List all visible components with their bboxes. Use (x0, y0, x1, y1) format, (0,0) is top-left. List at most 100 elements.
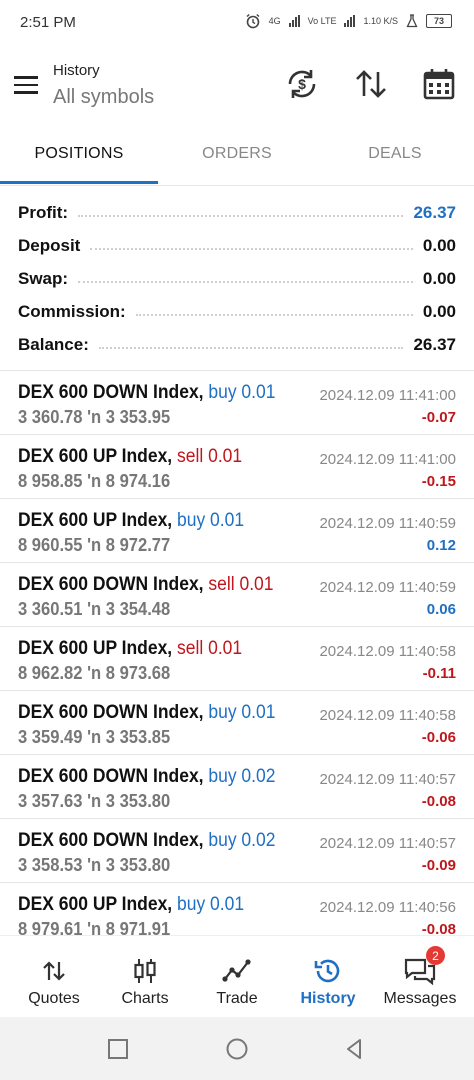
summary-panel: Profit: 26.37 Deposit 0.00 Swap: 0.00 Co… (0, 196, 474, 361)
nav-history[interactable]: History (288, 936, 368, 1018)
network-speed: 1.10 K/S (363, 16, 398, 26)
trade-symbol: DEX 600 DOWN Index, buy 0.02 (18, 830, 275, 852)
symbol-filter[interactable]: All symbols (53, 86, 154, 109)
summary-balance: Balance: 26.37 (0, 328, 474, 361)
price-arrow: 'n (87, 599, 102, 619)
trade-row[interactable]: DEX 600 UP Index, sell 0.01 8 962.82 'n 8… (0, 627, 474, 691)
tab-orders[interactable]: ORDERS (158, 124, 316, 184)
svg-text:$: $ (298, 76, 306, 92)
trade-symbol: DEX 600 UP Index, buy 0.01 (18, 894, 244, 916)
summary-label: Deposit (18, 235, 81, 255)
open-price: 3 359.49 (18, 727, 83, 747)
signal-icon-2 (344, 15, 356, 27)
close-price: 8 972.77 (105, 535, 171, 555)
flask-icon (406, 14, 418, 28)
trade-prices: 3 357.63 'n 3 353.80 (18, 791, 170, 812)
trade-profit: -0.08 (421, 793, 456, 810)
trade-symbol: DEX 600 DOWN Index, buy 0.01 (18, 382, 275, 404)
close-price: 3 353.80 (105, 855, 171, 875)
trade-time: 2024.12.09 11:40:59 (319, 579, 456, 596)
trade-time: 2024.12.09 11:40:57 (319, 771, 456, 788)
close-price: 3 353.85 (105, 727, 171, 747)
nav-charts[interactable]: Charts (105, 936, 185, 1018)
trade-direction: buy 0.01 (177, 510, 245, 531)
trade-prices: 8 958.85 'n 8 974.16 (18, 471, 170, 492)
trade-row[interactable]: DEX 600 UP Index, sell 0.01 8 958.85 'n 8… (0, 435, 474, 499)
symbol-name: DEX 600 UP Index, (18, 894, 173, 915)
active-tab-indicator (0, 181, 158, 184)
battery-icon: 73 (426, 14, 452, 28)
recents-button[interactable] (106, 1037, 130, 1061)
close-price: 3 353.80 (105, 791, 171, 811)
tab-deals[interactable]: DEALS (316, 124, 474, 184)
back-button[interactable] (342, 1037, 366, 1061)
trade-prices: 3 360.78 'n 3 353.95 (18, 407, 170, 428)
trade-time: 2024.12.09 11:40:56 (319, 899, 456, 916)
sort-icon[interactable] (351, 64, 391, 104)
positions-list: DEX 600 DOWN Index, buy 0.01 3 360.78 'n … (0, 371, 474, 947)
status-icons: 4G Vo LTE 1.10 K/S 73 (245, 13, 452, 29)
trade-profit: -0.11 (422, 665, 456, 682)
trade-time: 2024.12.09 11:40:58 (319, 643, 456, 660)
price-arrow: 'n (87, 727, 102, 747)
close-price: 8 973.68 (105, 663, 171, 683)
summary-profit: Profit: 26.37 (0, 196, 474, 229)
symbol-name: DEX 600 UP Index, (18, 510, 173, 531)
nav-quotes[interactable]: Quotes (14, 936, 94, 1018)
trade-prices: 3 359.49 'n 3 353.85 (18, 727, 170, 748)
nav-messages[interactable]: 2 Messages (380, 936, 460, 1018)
page-title: History (53, 62, 100, 79)
trade-symbol: DEX 600 UP Index, sell 0.01 (18, 446, 242, 468)
symbol-name: DEX 600 UP Index, (18, 638, 173, 659)
trade-row[interactable]: DEX 600 UP Index, buy 0.01 8 960.55 'n 8 … (0, 499, 474, 563)
dotted-leader (135, 313, 413, 316)
trade-direction: buy 0.01 (208, 702, 276, 723)
trade-profit: -0.07 (421, 409, 456, 426)
network-4g-label: 4G (268, 16, 281, 26)
price-arrow: 'n (87, 407, 102, 427)
dotted-leader (78, 280, 413, 283)
history-icon (313, 956, 343, 986)
trade-row[interactable]: DEX 600 DOWN Index, buy 0.02 3 358.53 'n … (0, 819, 474, 883)
trade-row[interactable]: DEX 600 DOWN Index, buy 0.01 3 359.49 'n … (0, 691, 474, 755)
refresh-currency-icon[interactable]: $ (282, 64, 322, 104)
profit-value: 26.37 (413, 202, 456, 222)
trade-prices: 8 960.55 'n 8 972.77 (18, 535, 170, 556)
notification-badge: 2 (426, 946, 445, 965)
charts-icon (132, 956, 158, 986)
nav-label: History (300, 990, 356, 1007)
nav-trade[interactable]: Trade (197, 936, 277, 1018)
open-price: 8 960.55 (18, 535, 83, 555)
summary-swap: Swap: 0.00 (0, 262, 474, 295)
home-button[interactable] (225, 1037, 249, 1061)
trade-symbol: DEX 600 DOWN Index, sell 0.01 (18, 574, 274, 596)
price-arrow: 'n (87, 535, 102, 555)
trade-prices: 3 360.51 'n 3 354.48 (18, 599, 170, 620)
trade-prices: 8 962.82 'n 8 973.68 (18, 663, 170, 684)
status-bar: 2:51 PM 4G Vo LTE 1.10 K/S 73 (0, 0, 474, 46)
tab-positions[interactable]: POSITIONS (0, 124, 158, 184)
trade-row[interactable]: DEX 600 DOWN Index, sell 0.01 3 360.51 'n… (0, 563, 474, 627)
trade-direction: buy 0.02 (208, 830, 276, 851)
open-price: 3 360.51 (18, 599, 83, 619)
calendar-icon[interactable] (419, 64, 459, 104)
volte-label: Vo LTE (307, 16, 337, 26)
price-arrow: 'n (87, 471, 102, 491)
symbol-name: DEX 600 DOWN Index, (18, 574, 204, 595)
open-price: 3 360.78 (18, 407, 83, 427)
price-arrow: 'n (87, 663, 102, 683)
trade-row[interactable]: DEX 600 DOWN Index, buy 0.02 3 357.63 'n … (0, 755, 474, 819)
trade-time: 2024.12.09 11:41:00 (319, 451, 456, 468)
trade-time: 2024.12.09 11:40:58 (319, 707, 456, 724)
summary-label: Profit: (18, 202, 69, 222)
trade-row[interactable]: DEX 600 DOWN Index, buy 0.01 3 360.78 'n … (0, 371, 474, 435)
trade-profit: 0.12 (426, 537, 456, 554)
open-price: 3 357.63 (18, 791, 83, 811)
menu-icon[interactable] (14, 76, 38, 94)
nav-label: Quotes (28, 990, 80, 1007)
trade-time: 2024.12.09 11:40:59 (319, 515, 456, 532)
trade-symbol: DEX 600 DOWN Index, buy 0.02 (18, 766, 275, 788)
summary-deposit: Deposit 0.00 (0, 229, 474, 262)
close-price: 3 353.95 (105, 407, 171, 427)
swap-value: 0.00 (422, 268, 456, 288)
